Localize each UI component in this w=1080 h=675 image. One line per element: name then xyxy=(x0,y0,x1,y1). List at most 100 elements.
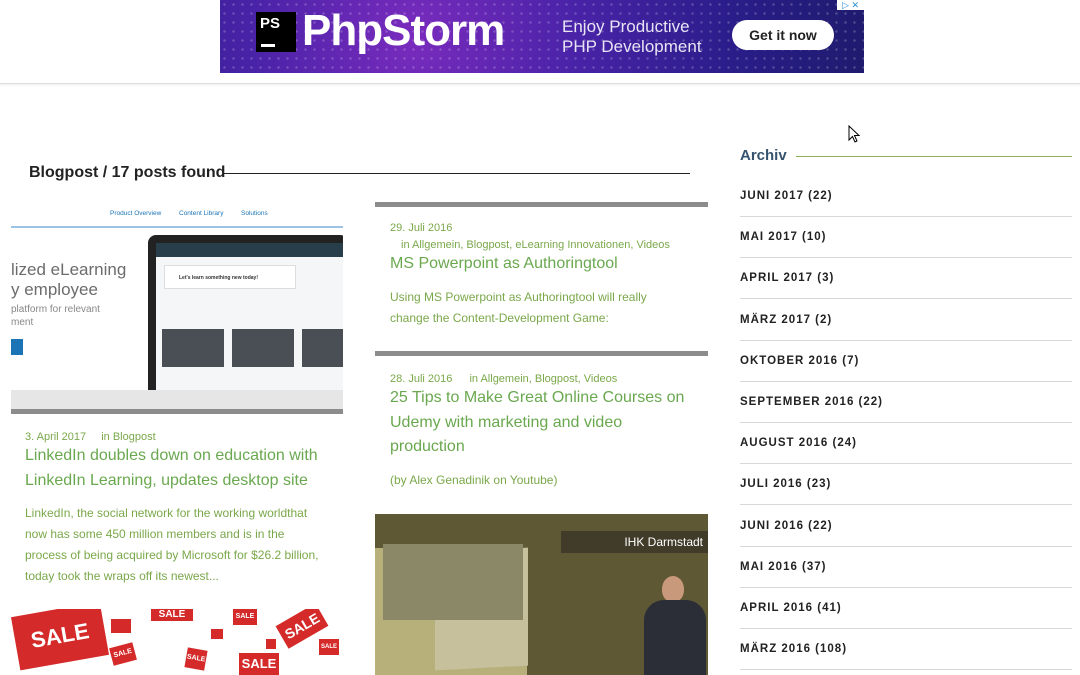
post-title-line[interactable]: Udemy with marketing and video xyxy=(390,411,684,436)
ad-tagline-line: PHP Development xyxy=(562,37,702,56)
post-meta: 28. Juli 2016 in Allgemein, Blogpost, Vi… xyxy=(390,373,617,385)
post-categories[interactable]: in Blogpost xyxy=(101,431,155,443)
sale-tag: SALE xyxy=(319,639,339,655)
post-date[interactable]: 28. Juli 2016 xyxy=(390,373,452,385)
video-thumb xyxy=(302,329,343,367)
post-divider-bar xyxy=(375,202,708,207)
video-post-image[interactable]: IHK Darmstadt xyxy=(375,514,708,675)
sale-tag xyxy=(111,619,131,633)
archive-item[interactable]: MÄRZ 2017 (2) xyxy=(740,300,1072,341)
post-title-link[interactable]: LinkedIn doubles down on education with … xyxy=(25,444,318,493)
archive-item[interactable]: JUNI 2016 (22) xyxy=(740,506,1072,547)
archive-item-label[interactable]: APRIL 2016 (41) xyxy=(740,602,842,614)
post-excerpt: (by Alex Genadinik on Youtube) xyxy=(390,473,558,487)
archive-item[interactable]: AUGUST 2016 (24) xyxy=(740,423,1072,465)
excerpt-line: today took the wraps off its newest... xyxy=(25,569,219,583)
archive-item[interactable]: OKTOBER 2016 (7) xyxy=(740,341,1072,382)
phpstorm-logo-icon: PS xyxy=(256,12,296,52)
archive-item[interactable]: MAI 2017 (10) xyxy=(740,217,1072,259)
post-title-link[interactable]: MS Powerpoint as Authoringtool xyxy=(390,252,618,277)
post-title-line[interactable]: production xyxy=(390,435,684,460)
post-date[interactable]: 29. Juli 2016 xyxy=(390,222,670,234)
slide-photo xyxy=(383,544,523,620)
laptop-graphic: Let's learn something new today! xyxy=(148,235,343,391)
image-hero-sub-line: ment xyxy=(11,317,34,328)
archive-item-label[interactable]: MÄRZ 2016 (108) xyxy=(740,643,847,655)
archive-item-label[interactable]: MAI 2017 (10) xyxy=(740,231,827,243)
speaker-figure xyxy=(640,576,708,675)
archive-item-label[interactable]: JUNI 2017 (22) xyxy=(740,190,833,202)
post-title-line[interactable]: 25 Tips to Make Great Online Courses on xyxy=(390,386,684,411)
sale-tag: SALE xyxy=(233,609,257,625)
archive-title-divider xyxy=(796,156,1072,157)
sale-tag: SALE xyxy=(151,609,193,621)
sale-tag: SALE xyxy=(109,642,137,666)
laptop-screen: Let's learn something new today! xyxy=(156,243,343,391)
ad-banner[interactable]: PS PhpStorm Enjoy Productive PHP Develop… xyxy=(220,0,864,73)
archive-item-label[interactable]: JUNI 2016 (22) xyxy=(740,520,833,532)
ad-tagline: Enjoy Productive PHP Development xyxy=(562,17,702,57)
image-divider xyxy=(11,226,343,228)
archive-item-label[interactable]: AUGUST 2016 (24) xyxy=(740,437,857,449)
archive-item[interactable]: MAI 2016 (37) xyxy=(740,547,1072,588)
ad-tagline-line: Enjoy Productive xyxy=(562,17,690,36)
archive-item-label[interactable]: OKTOBER 2016 (7) xyxy=(740,355,859,367)
excerpt-line: now has some 450 million members and is … xyxy=(25,527,285,541)
mouse-cursor-icon xyxy=(848,125,860,143)
screen-header xyxy=(156,243,343,257)
excerpt-line: process of being acquired by Microsoft f… xyxy=(25,548,319,562)
post-divider-bar xyxy=(11,409,343,414)
header-divider xyxy=(0,83,1080,84)
title-divider xyxy=(224,173,690,174)
archive-item-label[interactable]: MAI 2016 (37) xyxy=(740,561,827,573)
post-title-line[interactable]: LinkedIn Learning, updates desktop site xyxy=(25,469,318,494)
archive-item-label[interactable]: SEPTEMBER 2016 (22) xyxy=(740,396,883,408)
sale-post-image[interactable]: SALE SALE SALE SALE SALE SALE SALE SALE xyxy=(11,609,343,675)
archive-item[interactable]: APRIL 2016 (41) xyxy=(740,588,1072,629)
sale-tag: SALE xyxy=(11,609,110,671)
image-nav-item: Product Overview xyxy=(110,210,162,217)
page-title: Blogpost / 17 posts found xyxy=(29,164,226,181)
adchoices-icon[interactable]: ▷ ✕ xyxy=(837,0,864,10)
excerpt-line: change the Content-Development Game: xyxy=(390,311,609,325)
image-hero-sub: platform for relevant ment xyxy=(11,303,100,329)
image-nav: Product Overview Content Library Solutio… xyxy=(11,205,343,225)
excerpt-line: Using MS Powerpoint as Authoringtool wil… xyxy=(390,290,647,304)
archive-item[interactable]: APRIL 2017 (3) xyxy=(740,258,1072,300)
archive-item-label[interactable]: JULI 2016 (23) xyxy=(740,478,831,490)
sale-tag xyxy=(266,639,276,649)
post-excerpt: Using MS Powerpoint as Authoringtool wil… xyxy=(390,287,647,329)
archive-item[interactable]: JUNI 2017 (22) xyxy=(740,176,1072,217)
image-hero-line: lized eLearning xyxy=(11,260,127,279)
post-divider-bar xyxy=(375,351,708,356)
ad-brand-name: PhpStorm xyxy=(302,6,505,55)
image-hero-sub-line: platform for relevant xyxy=(11,304,100,315)
excerpt-line: LinkedIn, the social network for the wor… xyxy=(25,506,308,520)
post-title-line[interactable]: LinkedIn doubles down on education with xyxy=(25,444,318,469)
video-thumb xyxy=(232,329,294,367)
archive-list: JUNI 2017 (22) MAI 2017 (10) APRIL 2017 … xyxy=(740,176,1072,671)
archive-widget-title: Archiv xyxy=(740,147,787,164)
image-nav-item: Solutions xyxy=(241,210,268,217)
post-date[interactable]: 3. April 2017 xyxy=(25,431,86,443)
post-meta: 3. April 2017 in Blogpost xyxy=(25,431,156,443)
post-title-link[interactable]: 25 Tips to Make Great Online Courses on … xyxy=(390,386,684,460)
post-excerpt: LinkedIn, the social network for the wor… xyxy=(25,503,319,587)
linkedin-post-image[interactable]: Product Overview Content Library Solutio… xyxy=(11,205,343,410)
ad-cta-button[interactable]: Get it now xyxy=(732,20,834,50)
sale-tag xyxy=(211,629,223,639)
archive-item[interactable]: SEPTEMBER 2016 (22) xyxy=(740,382,1072,423)
archive-item[interactable]: JULI 2016 (23) xyxy=(740,464,1072,506)
screen-card-text: Let's learn something new today! xyxy=(179,275,258,281)
post-categories[interactable]: in Allgemein, Blogpost, Videos xyxy=(469,373,617,385)
image-hero-text: lized eLearning y employee xyxy=(11,260,156,300)
archive-item-label[interactable]: MÄRZ 2017 (2) xyxy=(740,314,832,326)
archive-item-label[interactable]: APRIL 2017 (3) xyxy=(740,272,834,284)
sale-tag: SALE xyxy=(184,647,208,671)
image-bottom-bar xyxy=(11,390,343,410)
post-categories[interactable]: in Allgemein, Blogpost, eLearning Innova… xyxy=(401,239,670,251)
logo-text: PS xyxy=(260,15,281,32)
image-blue-button xyxy=(11,339,23,355)
post-meta: 29. Juli 2016 in Allgemein, Blogpost, eL… xyxy=(390,222,670,251)
archive-item[interactable]: MÄRZ 2016 (108) xyxy=(740,629,1072,671)
